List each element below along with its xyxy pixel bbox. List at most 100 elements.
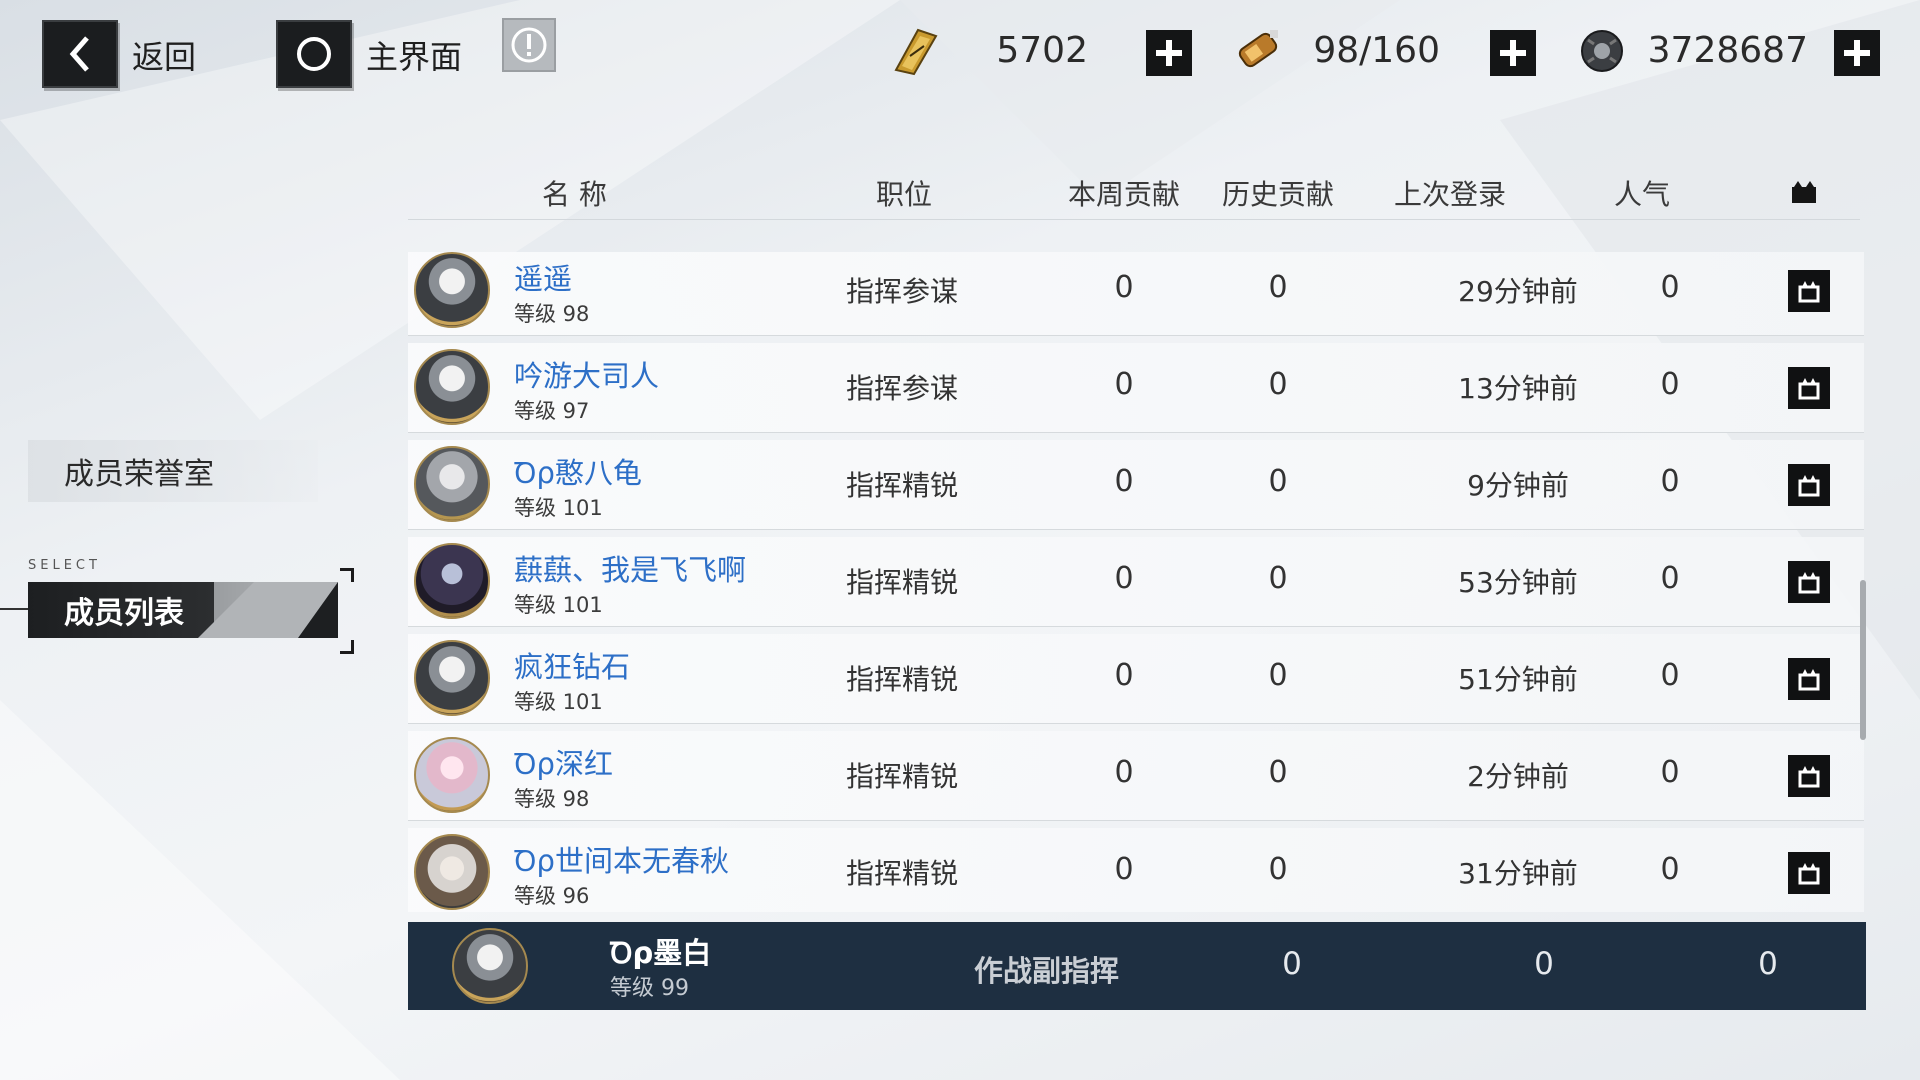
plus-icon (1500, 40, 1526, 66)
gift-button[interactable] (1788, 852, 1830, 894)
avatar[interactable] (414, 737, 490, 813)
gift-icon (1798, 669, 1820, 691)
gift-button[interactable] (1788, 270, 1830, 312)
gift-icon (1798, 572, 1820, 594)
popularity: 0 (1660, 464, 1680, 499)
member-position: 指挥参谋 (846, 372, 959, 405)
plus-icon (1156, 40, 1182, 66)
header-last-login[interactable]: 上次登录 (1394, 173, 1506, 213)
member-level: 等级 96 (514, 884, 590, 908)
member-level: 等级 98 (514, 787, 590, 811)
home-label[interactable]: 主界面 (366, 32, 462, 78)
gift-button[interactable] (1788, 561, 1830, 603)
gear-parts-icon (1581, 30, 1623, 72)
avatar[interactable] (414, 834, 490, 910)
gift-button[interactable] (1788, 464, 1830, 506)
member-level: 等级 101 (514, 690, 603, 714)
table-row[interactable]: 吟游大司人 等级 97 指挥参谋 0 0 13分钟前 0 (408, 343, 1864, 433)
table-row[interactable]: Ꝺρ憨八龟 等级 101 指挥精锐 0 0 9分钟前 0 (408, 440, 1864, 530)
total-contrib: 0 (1268, 852, 1288, 887)
sidebar-item-honor-room[interactable]: 成员荣誉室 (28, 440, 318, 502)
member-list[interactable]: 遥遥 等级 98 指挥参谋 0 0 29分钟前 0 吟游大司人 等级 97 指挥… (408, 252, 1864, 912)
back-button[interactable] (42, 20, 118, 88)
member-position: 指挥精锐 (846, 469, 959, 502)
member-name[interactable]: 蕻蕻、我是飞飞啊 (514, 547, 746, 589)
member-name[interactable]: Ꝺρ深红 (514, 741, 613, 783)
gift-icon (1798, 281, 1820, 303)
gift-button[interactable] (1788, 755, 1830, 797)
week-contrib: 0 (1114, 464, 1134, 499)
avatar[interactable] (414, 543, 490, 619)
avatar[interactable] (414, 252, 490, 328)
week-contrib: 0 (1114, 367, 1134, 402)
add-resource-3-button[interactable] (1834, 30, 1880, 76)
member-name[interactable]: Ꝺρ憨八龟 (514, 450, 642, 492)
add-resource-1-button[interactable] (1146, 30, 1192, 76)
plus-icon (1844, 40, 1870, 66)
popularity: 0 (1660, 561, 1680, 596)
self-name: Ꝺρ墨白 (610, 936, 712, 970)
total-contrib: 0 (1268, 270, 1288, 305)
gift-icon (1798, 378, 1820, 400)
self-row: Ꝺρ墨白 等级 99 作战副指挥 0 0 0 (408, 922, 1866, 1010)
week-contrib: 0 (1114, 755, 1134, 790)
bracket-top (340, 568, 354, 582)
add-resource-2-button[interactable] (1490, 30, 1536, 76)
popularity: 0 (1660, 658, 1680, 693)
member-name[interactable]: Ꝺρ世间本无春秋 (514, 838, 729, 880)
self-total-contrib: 0 (1534, 946, 1554, 982)
resource-value-1: 5702 (996, 30, 1088, 71)
popularity: 0 (1660, 852, 1680, 887)
ticket-icon (894, 28, 938, 76)
avatar[interactable] (452, 928, 528, 1004)
home-button[interactable] (276, 20, 352, 88)
member-position: 指挥精锐 (846, 857, 959, 890)
bracket-bottom (340, 640, 354, 654)
chevron-left-icon (69, 36, 89, 72)
table-row[interactable]: Ꝺρ世间本无春秋 等级 96 指挥精锐 0 0 31分钟前 0 (408, 828, 1864, 912)
top-bar: 返回 主界面 5702 98/160 3728687 (0, 0, 1920, 110)
popularity: 0 (1660, 755, 1680, 790)
table-row[interactable]: Ꝺρ深红 等级 98 指挥精锐 0 0 2分钟前 0 (408, 731, 1864, 821)
table-row[interactable]: 疯狂钻石 等级 101 指挥精锐 0 0 51分钟前 0 (408, 634, 1864, 724)
scrollbar[interactable] (1860, 580, 1866, 740)
avatar[interactable] (414, 349, 490, 425)
member-name[interactable]: 遥遥 (514, 256, 572, 298)
header-popularity[interactable]: 人气 (1614, 173, 1670, 213)
avatar[interactable] (414, 446, 490, 522)
avatar[interactable] (414, 640, 490, 716)
gift-button[interactable] (1788, 367, 1830, 409)
table-header: 名 称 职位 本周贡献 历史贡献 上次登录 人气 (408, 165, 1860, 220)
self-level: 等级 99 (610, 976, 689, 1001)
member-name[interactable]: 疯狂钻石 (514, 644, 630, 686)
selection-line (0, 608, 28, 610)
last-login: 9分钟前 (1467, 469, 1569, 502)
last-login: 2分钟前 (1467, 760, 1569, 793)
header-week-contrib[interactable]: 本周贡献 (1068, 173, 1180, 213)
total-contrib: 0 (1268, 658, 1288, 693)
table-row[interactable]: 遥遥 等级 98 指挥参谋 0 0 29分钟前 0 (408, 252, 1864, 336)
battery-icon (1238, 30, 1278, 68)
select-tag: SELECT (28, 558, 101, 573)
table-row[interactable]: 蕻蕻、我是飞飞啊 等级 101 指挥精锐 0 0 53分钟前 0 (408, 537, 1864, 627)
header-position: 职位 (876, 178, 933, 211)
member-level: 等级 97 (514, 399, 590, 423)
last-login: 29分钟前 (1458, 275, 1578, 308)
week-contrib: 0 (1114, 852, 1134, 887)
popularity: 0 (1660, 270, 1680, 305)
last-login: 13分钟前 (1458, 372, 1578, 405)
week-contrib: 0 (1114, 561, 1134, 596)
last-login: 51分钟前 (1458, 663, 1578, 696)
back-label[interactable]: 返回 (132, 32, 196, 78)
last-login: 53分钟前 (1458, 566, 1578, 599)
header-total-contrib[interactable]: 历史贡献 (1222, 173, 1334, 213)
header-name: 名 称 (542, 178, 607, 211)
sidebar-item-member-list[interactable]: 成员列表 (28, 582, 338, 638)
total-contrib: 0 (1268, 367, 1288, 402)
self-week-contrib: 0 (1282, 946, 1302, 982)
info-button[interactable] (502, 18, 556, 72)
member-name[interactable]: 吟游大司人 (514, 353, 659, 395)
last-login: 31分钟前 (1458, 857, 1578, 890)
sidebar-item-label: 成员列表 (64, 596, 184, 631)
gift-button[interactable] (1788, 658, 1830, 700)
